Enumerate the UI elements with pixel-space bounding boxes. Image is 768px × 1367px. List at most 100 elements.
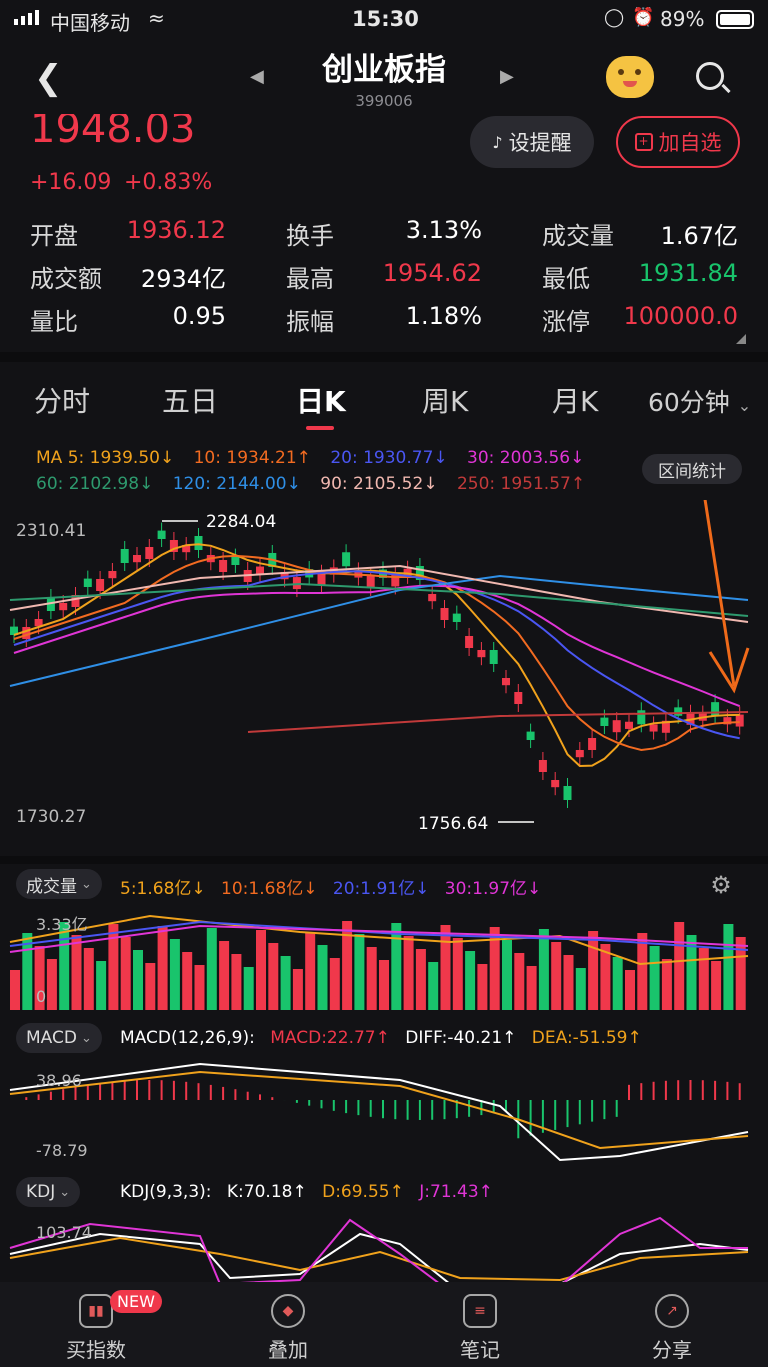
candle xyxy=(711,702,720,717)
d-line xyxy=(9,1236,749,1282)
expand-corner-icon[interactable] xyxy=(736,334,746,344)
stat-label: 最低 xyxy=(542,265,590,293)
macd-chart[interactable]: 38.96 -78.79 xyxy=(0,1060,768,1166)
volume-bar xyxy=(538,929,549,1010)
volume-bar xyxy=(649,946,660,1010)
set-alert-label: 设提醒 xyxy=(508,131,572,155)
tab-daily-k[interactable]: 日K xyxy=(296,380,346,420)
volume-ma-value: 20:1.91亿↓ xyxy=(332,879,430,899)
nav-notes[interactable]: ≡ 笔记 xyxy=(420,1290,540,1363)
stats-grid: 开盘 1936.12 换手 3.13% 成交量 1.67亿 成交额 2934亿 … xyxy=(0,212,768,352)
candle xyxy=(489,650,498,664)
volume-bar xyxy=(723,924,734,1010)
nav-overlay[interactable]: ◆ 叠加 xyxy=(228,1290,348,1363)
bell-icon: ♪ xyxy=(492,132,503,152)
set-alert-button[interactable]: ♪ 设提醒 xyxy=(470,116,594,168)
settings-icon[interactable]: ⚙ xyxy=(706,870,736,900)
nav-label: 买指数 xyxy=(66,1338,126,1362)
volume-ma-value: 5:1.68亿↓ xyxy=(120,879,206,899)
dea-value: DEA:-51.59↑ xyxy=(531,1028,642,1048)
volume-bar xyxy=(526,966,537,1010)
battery-icon xyxy=(716,10,754,29)
candle xyxy=(96,579,105,591)
tab-weekly-k[interactable]: 周K xyxy=(422,380,468,420)
kline-chart[interactable]: 2310.41 1730.27 2284.04 1756.64 xyxy=(0,500,768,840)
stock-code: 399006 xyxy=(355,92,413,110)
tab-monthly-k[interactable]: 月K xyxy=(552,380,598,420)
candle xyxy=(83,578,92,587)
battery-percent: 89% xyxy=(660,7,705,31)
volume-bar xyxy=(194,965,205,1010)
new-badge: NEW xyxy=(110,1290,162,1313)
mascot-icon[interactable] xyxy=(606,56,654,98)
ma-value: 120: 2144.00↓ xyxy=(172,474,301,494)
volume-bar xyxy=(477,964,488,1010)
tab-60min[interactable]: 60分钟 ⌄ xyxy=(648,383,751,419)
volume-bar xyxy=(59,922,70,1010)
tab-60min-label: 60分钟 xyxy=(648,388,730,417)
volume-bar xyxy=(428,962,439,1010)
ma-value: 20: 1930.77↓ xyxy=(330,448,448,468)
status-bar: 中国移动 ≈ 15:30 ◯ ⏰ 89% xyxy=(0,0,768,40)
macd-dropdown[interactable]: MACD ⌄ xyxy=(16,1023,102,1053)
stat-label: 涨停 xyxy=(542,308,590,336)
stat-value: 1954.62 xyxy=(382,259,482,287)
plus-box-icon: + xyxy=(634,133,653,151)
volume-bar xyxy=(280,956,291,1010)
add-watchlist-label: 加自选 xyxy=(658,131,722,155)
add-watchlist-button[interactable]: + 加自选 xyxy=(616,116,740,168)
volume-bar xyxy=(465,951,476,1010)
ma10-line xyxy=(13,554,740,752)
kdj-chart[interactable]: 103.74 xyxy=(0,1214,768,1284)
candle xyxy=(157,530,166,539)
nav-buy-index[interactable]: ▮▮ 买指数 NEW xyxy=(36,1290,162,1363)
volume-bar xyxy=(182,952,193,1010)
y-axis-low-label: 1730.27 xyxy=(16,807,86,827)
stat-value: 3.13% xyxy=(405,216,482,244)
next-stock-icon[interactable]: ▶ xyxy=(500,66,514,87)
volume-y-zero-label: 0 xyxy=(36,987,46,1006)
candle xyxy=(649,724,658,732)
candle xyxy=(317,572,326,585)
stat-value: 1.67亿 xyxy=(660,222,738,250)
d-value: D:69.55↑ xyxy=(322,1182,404,1202)
tab-intraday[interactable]: 分时 xyxy=(34,380,90,420)
candle xyxy=(22,627,31,639)
candle xyxy=(219,560,228,572)
candle xyxy=(366,575,375,588)
candle xyxy=(526,731,535,740)
macd-params: MACD(12,26,9): xyxy=(120,1028,255,1048)
volume-bar xyxy=(145,963,156,1010)
candle xyxy=(231,556,240,565)
range-stats-button[interactable]: 区间统计 xyxy=(642,454,742,484)
volume-bar xyxy=(452,938,463,1010)
candle xyxy=(452,613,461,622)
stat-value: 100000.0 xyxy=(623,302,738,330)
candle xyxy=(194,536,203,550)
kdj-dropdown[interactable]: KDJ ⌄ xyxy=(16,1177,81,1207)
ma-value: 250: 1951.57↑ xyxy=(456,474,586,494)
volume-bar xyxy=(256,930,266,1010)
chevron-down-icon: ⌄ xyxy=(737,396,752,415)
note-icon: ≡ xyxy=(463,1294,497,1328)
kdj-dropdown-label: KDJ xyxy=(26,1182,56,1202)
dea-line xyxy=(9,1070,749,1150)
rotation-lock-icon: ◯ xyxy=(604,7,625,28)
volume-y-top-label: 3.33亿 xyxy=(36,915,88,934)
volume-bar xyxy=(415,949,426,1010)
volume-chart[interactable]: 3.33亿 0 xyxy=(0,906,768,1010)
tab-five-day[interactable]: 五日 xyxy=(162,380,218,420)
diff-value: DIFF:-40.21↑ xyxy=(405,1028,517,1048)
candle xyxy=(440,608,449,620)
stat-label: 成交量 xyxy=(542,222,614,250)
carrier-label: 中国移动 xyxy=(50,11,130,35)
volume-bar xyxy=(674,922,685,1010)
volume-bar xyxy=(169,939,180,1010)
volume-bar xyxy=(46,959,57,1010)
candle xyxy=(477,650,486,658)
volume-dropdown[interactable]: 成交量 ⌄ xyxy=(16,869,102,899)
search-icon[interactable] xyxy=(696,62,731,94)
volume-bar xyxy=(354,934,365,1010)
stat-value: 2934亿 xyxy=(140,265,226,293)
nav-share[interactable]: ↗ 分享 xyxy=(612,1290,732,1363)
